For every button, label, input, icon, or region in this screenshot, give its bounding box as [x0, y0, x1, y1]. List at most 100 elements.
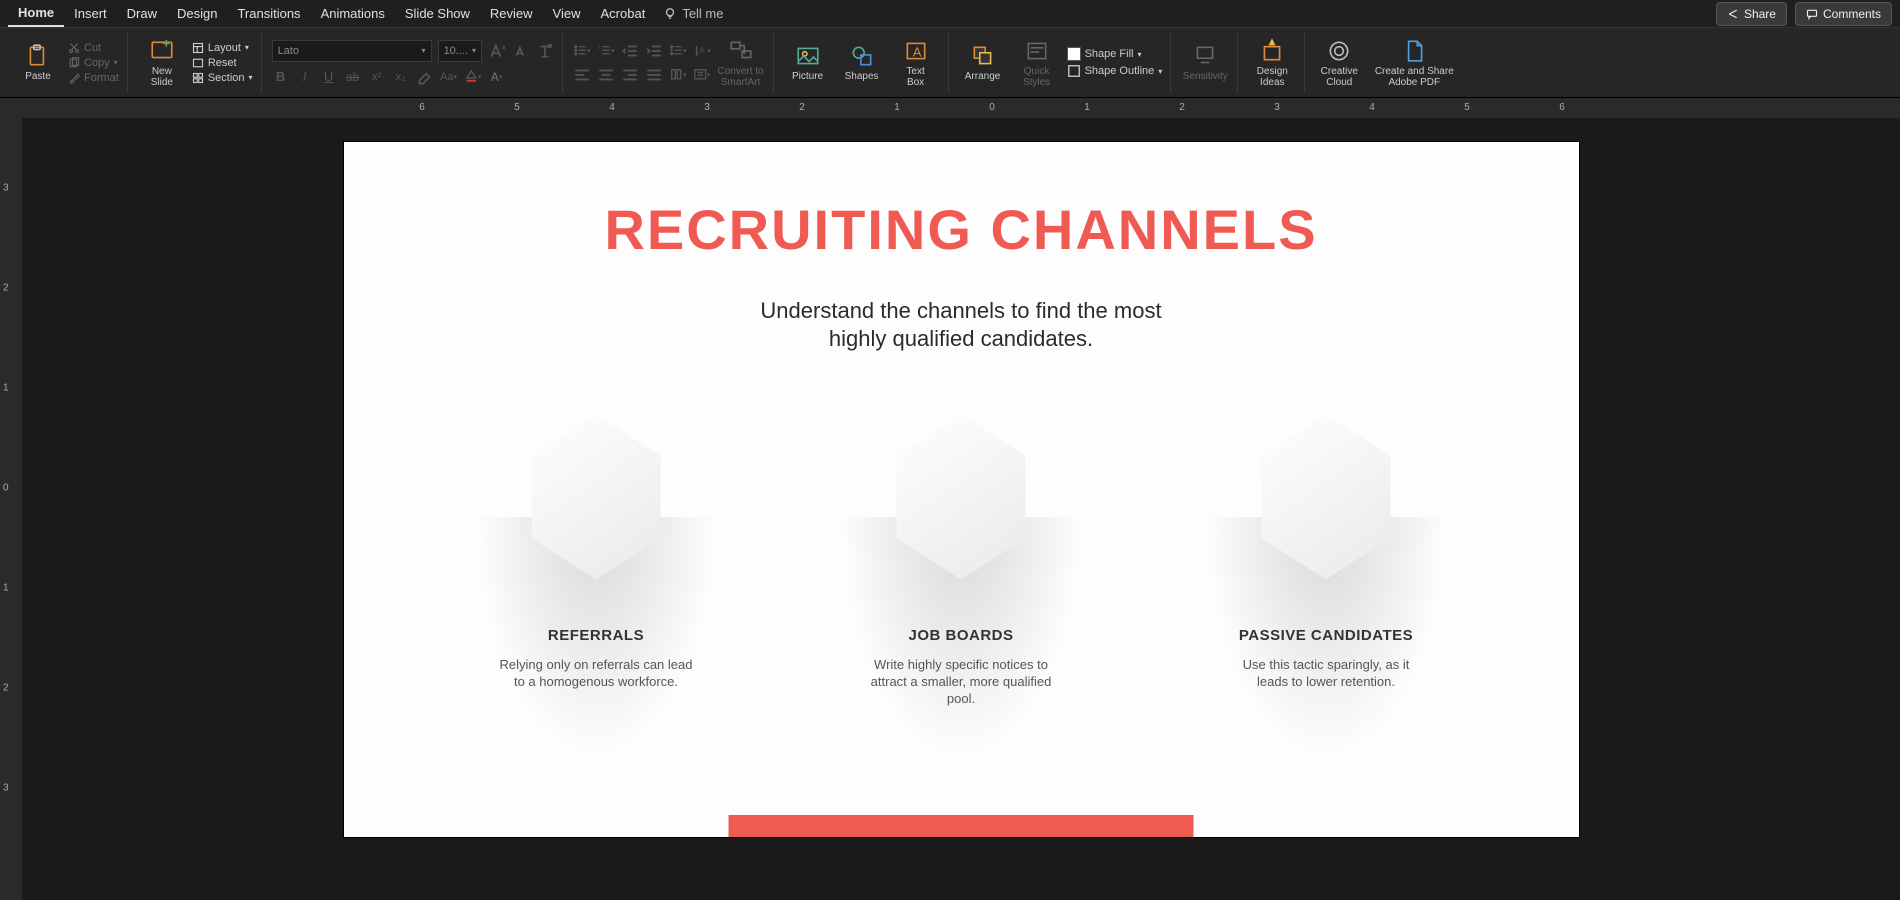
align-right-icon[interactable] — [621, 66, 639, 84]
outdent-icon[interactable] — [621, 42, 639, 60]
tab-draw[interactable]: Draw — [117, 1, 167, 26]
smartart-icon — [728, 38, 754, 64]
group-paragraph: ▾ 1▾ ▾ A▾ ▾ ▾ Convert to S — [565, 32, 774, 93]
channel-title: REFERRALS — [548, 627, 644, 644]
picture-icon — [795, 43, 821, 69]
channel-jobboards[interactable]: JOB BOARDS Write highly specific notices… — [811, 387, 1111, 707]
subscript-icon[interactable]: x₂ — [392, 68, 410, 86]
align-center-icon[interactable] — [597, 66, 615, 84]
group-font: Lato▾ 10....▾ B I U ab x² x₂ Aa▾ ▾ A▾ — [264, 32, 563, 93]
sensitivity-icon — [1192, 43, 1218, 69]
tab-transitions[interactable]: Transitions — [227, 1, 310, 26]
create-pdf-button[interactable]: Create and Share Adobe PDF — [1369, 38, 1459, 88]
pdf-icon — [1401, 38, 1427, 64]
decrease-font-icon[interactable] — [512, 42, 530, 60]
align-text-icon[interactable]: ▾ — [693, 66, 711, 84]
shapes-icon — [849, 43, 875, 69]
font-name-combo[interactable]: Lato▾ — [272, 40, 432, 62]
bold-icon[interactable]: B — [272, 68, 290, 86]
arrange-button[interactable]: Arrange — [959, 43, 1007, 82]
share-button[interactable]: Share — [1716, 2, 1787, 26]
line-spacing-icon[interactable]: ▾ — [669, 42, 687, 60]
channel-title: PASSIVE CANDIDATES — [1239, 627, 1413, 644]
slide[interactable]: RECRUITING CHANNELS Understand the chann… — [344, 142, 1579, 837]
design-ideas-button[interactable]: Design Ideas — [1248, 38, 1296, 88]
shapes-button[interactable]: Shapes — [838, 43, 886, 82]
tab-design[interactable]: Design — [167, 1, 227, 26]
font-size-combo[interactable]: 10....▾ — [438, 40, 482, 62]
format-painter-button[interactable]: Format — [68, 72, 119, 84]
textbox-button[interactable]: A Text Box — [892, 38, 940, 88]
convert-smartart-button[interactable]: Convert to SmartArt — [717, 38, 765, 88]
comment-icon — [1806, 8, 1818, 20]
tab-insert[interactable]: Insert — [64, 1, 117, 26]
shape-fill-button[interactable]: Shape Fill ▾ — [1067, 47, 1163, 61]
reset-icon — [192, 57, 204, 69]
slide-title[interactable]: RECRUITING CHANNELS — [344, 197, 1579, 262]
reset-button[interactable]: Reset — [192, 57, 253, 69]
text-direction-icon[interactable]: A▾ — [693, 42, 711, 60]
tell-me[interactable]: Tell me — [663, 6, 723, 21]
editor-area: 3 2 1 0 1 2 3 6 5 4 3 2 1 0 1 2 3 4 5 6 — [0, 98, 1900, 900]
tab-view[interactable]: View — [543, 1, 591, 26]
superscript-icon[interactable]: x² — [368, 68, 386, 86]
copy-button[interactable]: Copy ▾ — [68, 57, 119, 69]
svg-text:1: 1 — [597, 45, 600, 50]
increase-font-icon[interactable] — [488, 42, 506, 60]
group-slides: New Slide Layout ▾ Reset Section ▾ — [130, 32, 262, 93]
vertical-ruler: 3 2 1 0 1 2 3 — [0, 98, 22, 900]
align-left-icon[interactable] — [573, 66, 591, 84]
columns-icon[interactable]: ▾ — [669, 66, 687, 84]
tab-acrobat[interactable]: Acrobat — [591, 1, 656, 26]
outline-icon — [1067, 64, 1081, 78]
accent-bar — [729, 815, 1194, 837]
comments-button[interactable]: Comments — [1795, 2, 1892, 26]
channel-referrals[interactable]: REFERRALS Relying only on referrals can … — [446, 387, 746, 707]
quick-styles-button[interactable]: Quick Styles — [1013, 38, 1061, 88]
section-button[interactable]: Section ▾ — [192, 72, 253, 84]
quickstyles-icon — [1024, 38, 1050, 64]
channel-body: Write highly specific notices to attract… — [861, 656, 1061, 707]
hexagon-icon — [1251, 415, 1401, 580]
strike-icon[interactable]: ab — [344, 68, 362, 86]
numbering-icon[interactable]: 1▾ — [597, 42, 615, 60]
new-slide-button[interactable]: New Slide — [138, 38, 186, 88]
paste-button[interactable]: Paste — [14, 43, 62, 82]
group-designer: Design Ideas — [1240, 32, 1305, 93]
slide-canvas[interactable]: RECRUITING CHANNELS Understand the chann… — [22, 118, 1900, 900]
indent-icon[interactable] — [645, 42, 663, 60]
tab-animations[interactable]: Animations — [311, 1, 395, 26]
tab-home[interactable]: Home — [8, 0, 64, 27]
cut-button[interactable]: Cut — [68, 42, 119, 54]
highlight-icon[interactable] — [416, 68, 434, 86]
bullets-icon[interactable]: ▾ — [573, 42, 591, 60]
tab-slideshow[interactable]: Slide Show — [395, 1, 480, 26]
group-clipboard: Paste Cut Copy ▾ Format — [6, 32, 128, 93]
creative-cloud-button[interactable]: Creative Cloud — [1315, 38, 1363, 88]
slide-subtitle[interactable]: Understand the channels to find the most… — [344, 297, 1579, 353]
textbox-icon: A — [903, 38, 929, 64]
hexagon-icon — [521, 415, 671, 580]
font-color-icon[interactable]: A▾ — [488, 68, 506, 86]
group-insert: Picture Shapes A Text Box — [776, 32, 949, 93]
channel-title: JOB BOARDS — [908, 627, 1013, 644]
tab-review[interactable]: Review — [480, 1, 543, 26]
change-case-icon[interactable]: Aa▾ — [440, 68, 458, 86]
layout-button[interactable]: Layout ▾ — [192, 42, 253, 54]
channel-body: Relying only on referrals can lead to a … — [496, 656, 696, 690]
underline-icon[interactable]: U — [320, 68, 338, 86]
sensitivity-button[interactable]: Sensitivity — [1181, 43, 1229, 82]
shape-outline-button[interactable]: Shape Outline ▾ — [1067, 64, 1163, 78]
picture-button[interactable]: Picture — [784, 43, 832, 82]
group-sensitivity: Sensitivity — [1173, 32, 1238, 93]
italic-icon[interactable]: I — [296, 68, 314, 86]
font-fill-icon[interactable]: ▾ — [464, 68, 482, 86]
hexagon-icon — [886, 415, 1036, 580]
bulb-icon — [663, 7, 677, 21]
channel-passive[interactable]: PASSIVE CANDIDATES Use this tactic spari… — [1176, 387, 1476, 707]
justify-icon[interactable] — [645, 66, 663, 84]
copy-icon — [68, 57, 80, 69]
clear-format-icon[interactable] — [536, 42, 554, 60]
group-adobe: Creative Cloud Create and Share Adobe PD… — [1307, 32, 1467, 93]
brush-icon — [68, 72, 80, 84]
